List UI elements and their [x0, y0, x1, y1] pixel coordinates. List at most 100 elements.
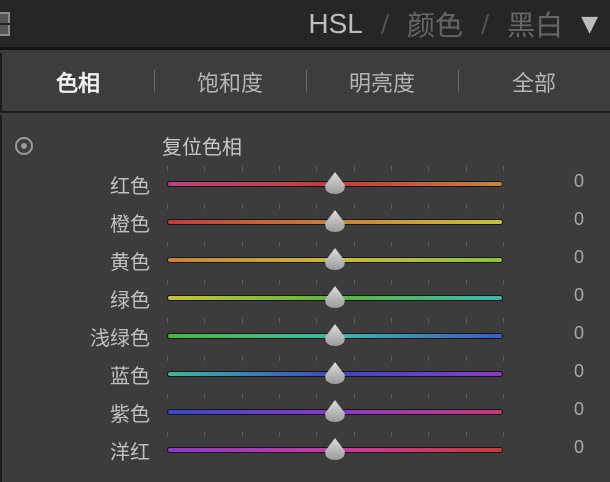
tick: [428, 356, 430, 361]
tick: [241, 356, 243, 361]
tick: [465, 394, 467, 399]
tab-all[interactable]: 全部: [458, 66, 610, 98]
tick: [353, 204, 355, 209]
tick: [167, 356, 168, 361]
tick: [316, 432, 318, 437]
tab-hue[interactable]: 色相: [2, 66, 154, 98]
tick: [428, 166, 430, 171]
tab-saturation[interactable]: 饱和度: [154, 66, 306, 98]
separator: /: [480, 10, 490, 38]
separator: /: [380, 10, 389, 38]
slider-ticks: [167, 394, 504, 400]
tick: [241, 280, 243, 285]
tick: [167, 242, 168, 247]
tick: [465, 356, 467, 361]
slider-thumb[interactable]: [325, 286, 345, 308]
slider-thumb[interactable]: [325, 172, 345, 194]
tick: [241, 318, 243, 323]
slider-ticks: [167, 204, 504, 210]
tick: [465, 204, 467, 209]
slider-thumb[interactable]: [325, 248, 345, 270]
hue-slider-row: 紫色 0: [2, 394, 610, 426]
slider-label: 洋红: [110, 440, 150, 464]
slider-label: 红色: [110, 174, 150, 198]
slider-ticks: [167, 432, 504, 438]
tick: [353, 280, 355, 285]
tick: [465, 166, 467, 171]
triangle-down-icon[interactable]: ▼: [581, 12, 598, 37]
tick: [241, 242, 243, 247]
hue-slider-row: 红色 0: [2, 166, 610, 198]
slider-thumb[interactable]: [325, 210, 345, 232]
tick: [503, 356, 504, 361]
tick: [167, 432, 168, 437]
tick: [391, 432, 392, 437]
slider-label: 紫色: [110, 402, 150, 426]
tick: [353, 356, 355, 361]
slider-label: 浅绿色: [90, 326, 150, 350]
mode-bw[interactable]: 黑白: [507, 4, 563, 44]
slider-label: 绿色: [110, 288, 150, 312]
tick: [241, 394, 243, 399]
tick: [167, 204, 168, 209]
tick: [316, 280, 318, 285]
tick: [503, 394, 504, 399]
tick: [316, 356, 318, 361]
tick: [241, 166, 243, 171]
slider-thumb[interactable]: [325, 324, 345, 346]
tick: [167, 318, 168, 323]
tick: [391, 356, 392, 361]
tick: [279, 166, 280, 171]
tick: [353, 394, 355, 399]
tick: [503, 318, 504, 323]
slider-thumb[interactable]: [325, 400, 345, 422]
slider-thumb[interactable]: [325, 362, 345, 384]
slider-value[interactable]: 0: [562, 361, 584, 382]
tick: [279, 432, 280, 437]
tick: [316, 242, 318, 247]
tick: [279, 356, 280, 361]
slider-value[interactable]: 0: [562, 209, 584, 230]
mode-color[interactable]: 颜色: [407, 4, 463, 44]
tick: [428, 204, 430, 209]
hue-panel: 复位色相 红色 0 橙色 0 黄色 0 绿色 0 浅绿色 0 蓝色 0 紫色 0 洋红 0: [0, 115, 610, 482]
tick: [204, 356, 206, 361]
tick: [167, 394, 168, 399]
slider-value[interactable]: 0: [562, 285, 584, 306]
tick: [503, 242, 504, 247]
collapse-toggle[interactable]: [0, 12, 10, 36]
target-adjust-icon[interactable]: [15, 137, 33, 155]
slider-ticks: [167, 318, 504, 324]
tick: [279, 242, 280, 247]
tick: [204, 280, 206, 285]
hue-slider-row: 黄色 0: [2, 242, 610, 274]
hue-slider-row: 橙色 0: [2, 204, 610, 236]
tick: [204, 242, 206, 247]
slider-label: 橙色: [110, 212, 150, 236]
hsl-mode-switcher: HSL / 颜色 / 黑白 ▼: [308, 4, 598, 44]
slider-value[interactable]: 0: [562, 171, 584, 192]
tick: [279, 318, 280, 323]
panel-header: HSL / 颜色 / 黑白 ▼: [0, 0, 610, 50]
slider-thumb[interactable]: [325, 438, 345, 460]
tick: [279, 204, 280, 209]
tick: [241, 204, 243, 209]
slider-value[interactable]: 0: [562, 399, 584, 420]
tick: [391, 166, 392, 171]
hue-slider-row: 绿色 0: [2, 280, 610, 312]
tick: [204, 394, 206, 399]
tab-luminance[interactable]: 明亮度: [306, 66, 458, 98]
hsl-tabs: 色相 饱和度 明亮度 全部: [0, 53, 610, 113]
tick: [279, 394, 280, 399]
reset-hue-button[interactable]: 复位色相: [162, 131, 242, 160]
hue-slider-row: 浅绿色 0: [2, 318, 610, 350]
tick: [316, 166, 318, 171]
hue-slider-row: 蓝色 0: [2, 356, 610, 388]
slider-value[interactable]: 0: [562, 323, 584, 344]
mode-hsl[interactable]: HSL: [308, 8, 362, 40]
slider-value[interactable]: 0: [562, 437, 584, 458]
tick: [316, 204, 318, 209]
hue-slider-row: 洋红 0: [2, 432, 610, 464]
slider-value[interactable]: 0: [562, 247, 584, 268]
tick: [204, 166, 206, 171]
